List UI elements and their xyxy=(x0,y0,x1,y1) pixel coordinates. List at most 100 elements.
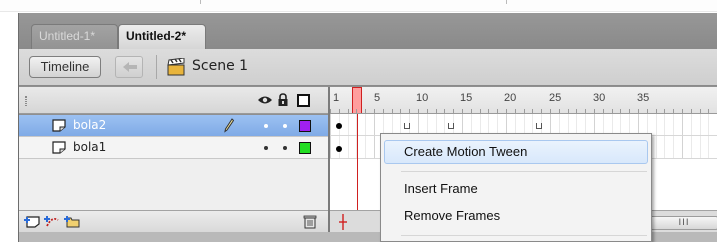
ruler-tick xyxy=(374,109,375,113)
layer-icon xyxy=(52,141,66,154)
ruler-tick xyxy=(550,109,551,113)
keyframe-dot[interactable] xyxy=(336,146,342,152)
edit-bar: Timeline Scene 1 xyxy=(19,49,717,86)
frame-column-line xyxy=(330,114,331,158)
ruler-tick xyxy=(409,109,410,113)
horizontal-scrollbar-thumb[interactable]: III xyxy=(650,216,717,230)
ruler-tick xyxy=(559,109,560,113)
eye-icon[interactable] xyxy=(257,94,273,106)
visibility-dot[interactable] xyxy=(264,146,268,150)
lock-dot[interactable] xyxy=(283,146,287,150)
ruler-tick xyxy=(339,109,340,113)
left-arrow-icon xyxy=(123,62,137,72)
frame-column-line xyxy=(682,114,683,158)
ruler-tick xyxy=(436,109,437,113)
document-tab-bar: Untitled-1* Untitled-2* xyxy=(19,13,717,49)
lock-icon[interactable] xyxy=(277,93,289,107)
ruler-tick xyxy=(682,109,683,113)
layer-icon xyxy=(52,119,66,132)
frame-column-line xyxy=(691,114,692,158)
frame-span-marker xyxy=(448,123,454,129)
ruler-tick xyxy=(488,109,489,113)
tab-untitled-2[interactable]: Untitled-2* xyxy=(118,24,206,49)
ruler-label: 35 xyxy=(637,92,650,104)
frame-ruler[interactable]: 1 5 10 15 20 25 30 35 xyxy=(330,87,717,114)
menu-item-remove-frames[interactable]: Remove Frames xyxy=(384,204,648,228)
outline-icon[interactable] xyxy=(297,94,310,107)
ruler-tick xyxy=(383,109,384,113)
add-motion-guide-icon[interactable] xyxy=(43,214,61,229)
pencil-icon xyxy=(224,118,234,133)
scene-label[interactable]: Scene 1 xyxy=(192,58,248,74)
playhead-handle[interactable] xyxy=(352,87,362,113)
ruler-tick xyxy=(462,109,463,113)
playhead-line xyxy=(357,114,358,210)
toolbar-divider xyxy=(156,55,157,79)
ruler-tick xyxy=(524,109,525,113)
ruler-tick xyxy=(656,109,657,113)
frame-column-line xyxy=(700,114,701,158)
visibility-dot[interactable] xyxy=(264,124,268,128)
ruler-tick xyxy=(576,109,577,113)
layer-toolbar xyxy=(19,210,328,232)
ruler-label: 15 xyxy=(460,92,473,104)
ruler-label: 25 xyxy=(549,92,562,104)
ruler-tick xyxy=(453,109,454,113)
layer-row-bola2[interactable]: bola2 xyxy=(19,115,328,137)
frame-column-line xyxy=(673,114,674,158)
ruler-tick xyxy=(400,109,401,113)
menu-item-insert-frame[interactable]: Insert Frame xyxy=(384,177,648,201)
back-button[interactable] xyxy=(115,56,143,78)
new-folder-icon[interactable] xyxy=(63,214,81,229)
panel-grip[interactable] xyxy=(25,96,27,106)
ruler-tick xyxy=(708,109,709,113)
ruler-tick xyxy=(444,109,445,113)
menu-separator xyxy=(401,235,647,236)
ruler-label: 10 xyxy=(416,92,429,104)
ruler-tick xyxy=(629,109,630,113)
ruler-tick xyxy=(365,109,366,113)
ruler-tick xyxy=(427,109,428,113)
ruler-tick xyxy=(603,109,604,113)
layer-header xyxy=(19,87,328,114)
frame-column-line xyxy=(708,114,709,158)
menu-item-create-motion-tween[interactable]: Create Motion Tween xyxy=(384,140,648,164)
ruler-tick xyxy=(506,109,507,113)
frame-column-line xyxy=(664,114,665,158)
ruler-tick xyxy=(700,109,701,113)
center-frame-icon[interactable] xyxy=(338,214,348,230)
ruler-tick xyxy=(471,109,472,113)
ruler-tick xyxy=(647,109,648,113)
layer-row-bola1[interactable]: bola1 xyxy=(19,137,328,159)
ruler-tick xyxy=(568,109,569,113)
ruler-tick xyxy=(330,109,331,113)
tab-untitled-1[interactable]: Untitled-1* xyxy=(31,24,118,49)
ruler-label: 30 xyxy=(593,92,606,104)
new-layer-icon[interactable] xyxy=(23,214,41,229)
ruler-tick xyxy=(664,109,665,113)
ruler-label: 5 xyxy=(374,92,381,104)
ruler-tick xyxy=(348,109,349,113)
strip-divider xyxy=(506,0,507,4)
ruler-tick xyxy=(541,109,542,113)
lock-dot[interactable] xyxy=(283,124,287,128)
frame-span-marker xyxy=(536,123,542,129)
clapperboard-icon[interactable] xyxy=(166,58,186,76)
keyframe-dot[interactable] xyxy=(336,123,342,129)
frame-span-marker xyxy=(404,123,410,129)
ruler-tick xyxy=(418,109,419,113)
strip-divider xyxy=(200,0,201,4)
ruler-tick xyxy=(585,109,586,113)
outline-color-swatch[interactable] xyxy=(299,142,311,154)
frame-column-line xyxy=(365,114,366,158)
trash-icon[interactable] xyxy=(303,214,317,229)
ruler-tick xyxy=(515,109,516,113)
outline-color-swatch[interactable] xyxy=(299,120,311,132)
frame-column-line xyxy=(374,114,375,158)
ruler-label: 1 xyxy=(333,92,340,104)
layer-name[interactable]: bola1 xyxy=(73,140,106,154)
timeline-button[interactable]: Timeline xyxy=(29,56,101,78)
ruler-tick xyxy=(356,109,357,113)
layer-name[interactable]: bola2 xyxy=(73,118,106,132)
frame-column-line xyxy=(348,114,349,158)
